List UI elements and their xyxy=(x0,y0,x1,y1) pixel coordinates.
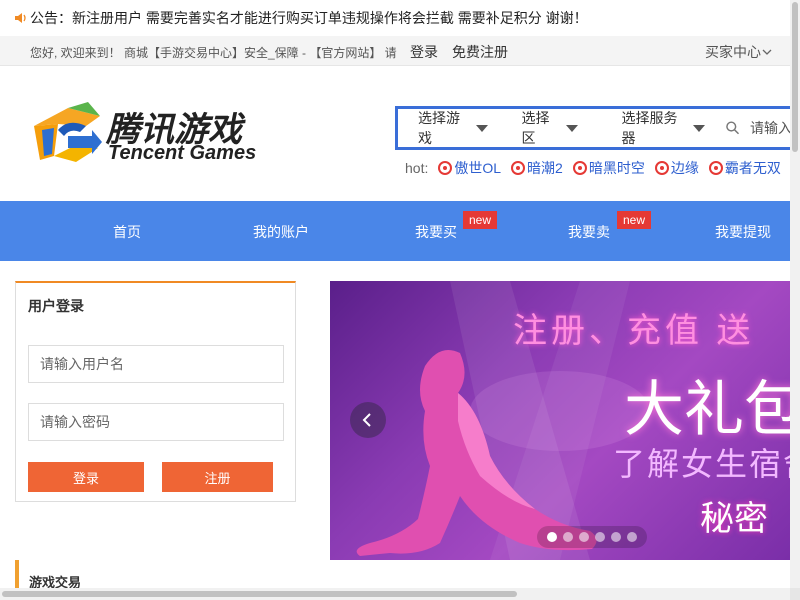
chevron-down-icon xyxy=(762,49,772,55)
hot-tag[interactable]: 暗潮2 xyxy=(511,158,563,178)
new-badge: new xyxy=(617,211,652,229)
select-server-dropdown[interactable]: 选择服务器 xyxy=(622,108,705,148)
pagination-dot[interactable] xyxy=(611,532,621,542)
hot-tag-label: 暗潮2 xyxy=(527,160,563,176)
buyer-center-menu[interactable]: 买家中心 xyxy=(705,42,773,62)
target-icon xyxy=(654,161,669,175)
new-badge: new xyxy=(463,211,498,229)
search-input[interactable]: 请输入 xyxy=(750,118,792,138)
hot-tag-label: 霸者无双 xyxy=(724,160,781,176)
announcement-text: 公告：新注册用户 需要完善实名才能进行购买订单违规操作将会拦截 需要补足积分 谢… xyxy=(30,10,588,26)
target-icon xyxy=(708,161,723,175)
hot-label: hot: xyxy=(405,160,429,176)
site-header: 腾讯游戏 Tencent Games 选择游戏 选择区 选择服务器 请输入 ho… xyxy=(0,66,795,201)
nav-withdraw[interactable]: 我要提现 xyxy=(715,222,771,242)
hot-tag[interactable]: 霸者无双 xyxy=(708,158,781,178)
login-panel-title: 用户登录 xyxy=(28,298,84,314)
pagination-dot[interactable] xyxy=(579,532,589,542)
logo-en-text: Tencent Games xyxy=(108,142,257,164)
register-button[interactable]: 注册 xyxy=(162,462,273,492)
search-icon[interactable] xyxy=(725,120,740,136)
scrollbar-corner xyxy=(790,588,800,600)
banner-prev-button[interactable] xyxy=(350,402,386,438)
top-login-link[interactable]: 登录 xyxy=(410,42,438,62)
main-nav: 首页 我的账户 我要买 new 我要卖 new 我要提现 xyxy=(0,201,790,261)
horizontal-scrollbar[interactable] xyxy=(0,588,790,600)
nav-sell[interactable]: 我要卖 xyxy=(568,222,610,242)
select-game-label: 选择游戏 xyxy=(418,110,460,146)
select-server-label: 选择服务器 xyxy=(621,110,678,146)
hot-tag-label: 暗黑时空 xyxy=(588,160,645,176)
banner-pagination xyxy=(537,526,647,548)
pagination-dot[interactable] xyxy=(563,532,573,542)
hot-tag[interactable]: 边缘 xyxy=(654,158,699,178)
nav-buy[interactable]: 我要买 xyxy=(415,222,457,242)
username-input[interactable]: 请输入用户名 xyxy=(28,345,284,383)
promo-banner[interactable]: 注册、充值 送 大礼包 了解女生宿舍 秘密 xyxy=(330,281,790,560)
password-input[interactable]: 请输入密码 xyxy=(28,403,284,441)
tencent-games-logo[interactable]: 腾讯游戏 Tencent Games xyxy=(28,96,283,176)
select-game-dropdown[interactable]: 选择游戏 xyxy=(418,108,488,148)
pagination-dot[interactable] xyxy=(627,532,637,542)
announcement-bar: 公告：新注册用户 需要完善实名才能进行购买订单违规操作将会拦截 需要补足积分 谢… xyxy=(0,0,790,36)
caret-down-icon xyxy=(565,124,578,132)
scrollbar-thumb[interactable] xyxy=(2,591,517,597)
pagination-dot[interactable] xyxy=(547,532,557,542)
nav-my-account[interactable]: 我的账户 xyxy=(253,222,309,242)
buyer-center-label: 买家中心 xyxy=(705,44,761,60)
banner-tagline: 秘密 xyxy=(700,500,768,538)
vertical-scrollbar[interactable] xyxy=(790,0,800,588)
nav-home[interactable]: 首页 xyxy=(113,222,141,242)
caret-down-icon xyxy=(692,124,705,132)
target-icon xyxy=(438,161,453,175)
select-zone-dropdown[interactable]: 选择区 xyxy=(522,108,578,148)
game-trade-section: 游戏交易 xyxy=(15,560,296,590)
caret-down-icon xyxy=(475,124,488,132)
hot-games-row: hot: 傲世OL 暗潮2 暗黑时空 边缘 霸者无双 xyxy=(405,158,791,178)
banner-subline: 了解女生宿舍 xyxy=(613,446,790,482)
welcome-text: 您好, 欢迎来到！ 商城【手游交易中心】安全_保障 - 【官方网站】 请 xyxy=(30,46,397,60)
banner-headline-2: 大礼包 xyxy=(624,376,790,443)
hot-tag[interactable]: 傲世OL xyxy=(438,158,501,178)
hot-tag-label: 边缘 xyxy=(670,160,699,176)
top-bar: 您好, 欢迎来到！ 商城【手游交易中心】安全_保障 - 【官方网站】 请 登录 … xyxy=(0,36,790,66)
hot-tag-label: 傲世OL xyxy=(454,160,502,176)
hot-tag[interactable]: 暗黑时空 xyxy=(572,158,645,178)
scrollbar-thumb[interactable] xyxy=(792,2,798,152)
chevron-left-icon xyxy=(362,413,371,427)
speaker-icon xyxy=(15,13,26,23)
banner-headline-1: 注册、充值 送 xyxy=(513,312,755,350)
game-search-bar: 选择游戏 选择区 选择服务器 请输入 xyxy=(395,106,795,150)
target-icon xyxy=(572,161,587,175)
top-register-link[interactable]: 免费注册 xyxy=(452,42,508,62)
pagination-dot[interactable] xyxy=(595,532,605,542)
login-button[interactable]: 登录 xyxy=(28,462,144,492)
select-zone-label: 选择区 xyxy=(521,110,550,146)
login-panel: 用户登录 请输入用户名 请输入密码 登录 注册 xyxy=(15,281,296,502)
target-icon xyxy=(511,161,526,175)
